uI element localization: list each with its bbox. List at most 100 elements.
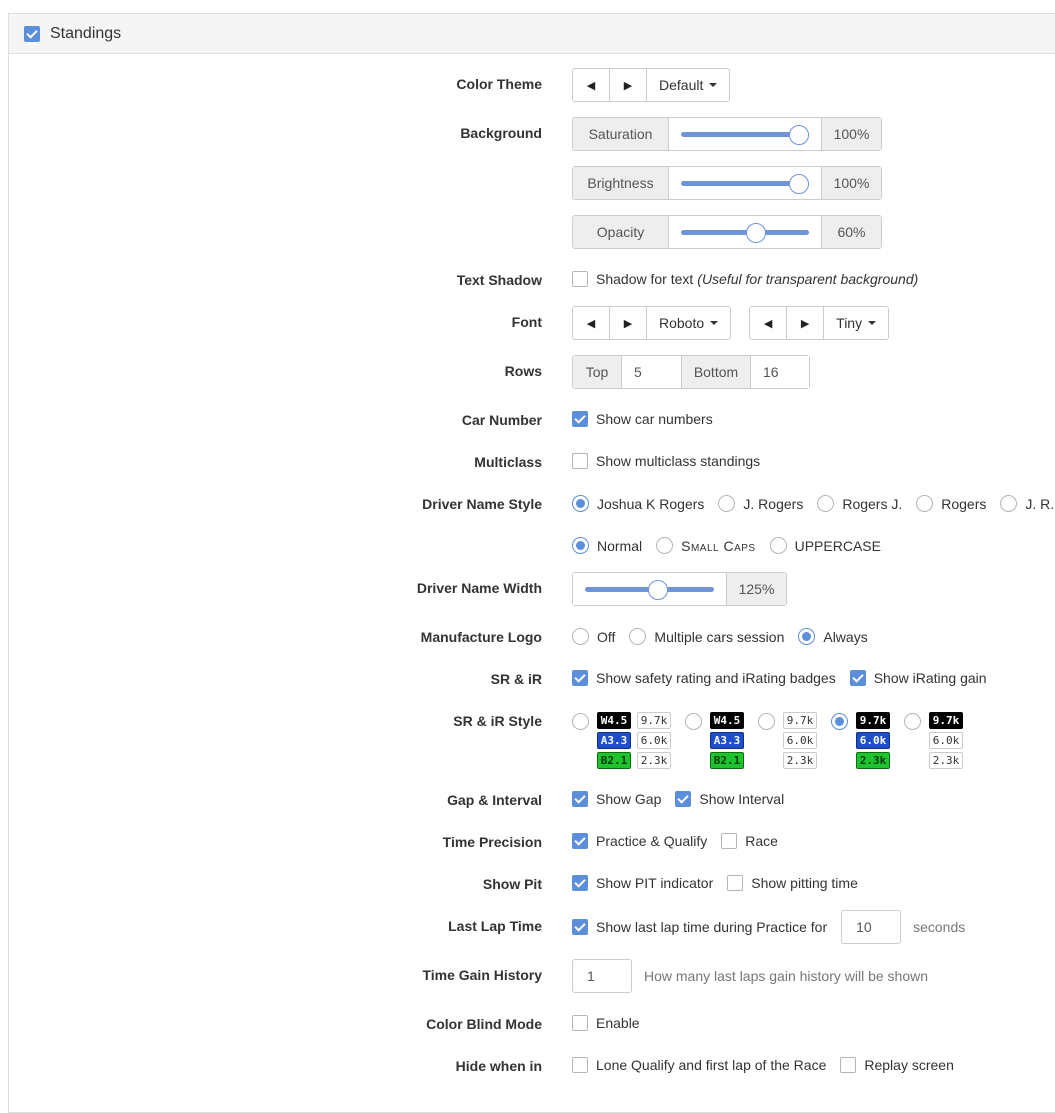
- rows-top-input[interactable]: 5: [622, 356, 681, 388]
- car-number-checkbox[interactable]: [572, 411, 588, 427]
- font-size-dropdown[interactable]: Tiny: [824, 307, 888, 339]
- multiclass-control: Show multiclass standings: [572, 453, 760, 469]
- srir-style-radio-3[interactable]: [758, 713, 775, 730]
- case-normal-text: Normal: [597, 537, 643, 554]
- last-lap-time-control: Show last lap time during Practice for 1…: [572, 910, 965, 944]
- case-radio-uppercase[interactable]: [769, 537, 787, 554]
- color-theme-label: Color Theme: [456, 76, 542, 92]
- pitting-time-text: Show pitting time: [751, 875, 858, 891]
- driver-name-width-slider[interactable]: [573, 573, 727, 605]
- standings-panel: Standings: [8, 13, 1055, 1113]
- format-radio-last[interactable]: [916, 495, 934, 512]
- logo-radio-always[interactable]: [798, 628, 816, 645]
- opacity-slider[interactable]: [668, 216, 822, 248]
- time-gain-history-label: Time Gain History: [422, 967, 542, 983]
- driver-name-width-group: 125%: [572, 572, 787, 606]
- show-gap-checkbox[interactable]: [572, 791, 588, 807]
- last-lap-seconds-input[interactable]: 10: [841, 910, 902, 944]
- srir-style-radio-2[interactable]: [685, 713, 702, 730]
- logo-radio-multiple[interactable]: [629, 628, 647, 645]
- saturation-slider[interactable]: [668, 118, 822, 150]
- next-theme-button[interactable]: ▶: [610, 69, 647, 101]
- prev-font-button[interactable]: ◀: [573, 307, 610, 339]
- manufacture-logo-label: Manufacture Logo: [420, 629, 542, 645]
- show-pit-label: Show Pit: [482, 876, 542, 892]
- color-blind-checkbox[interactable]: [572, 1015, 588, 1031]
- text-shadow-text: Shadow for text: [596, 271, 694, 287]
- logo-always-text: Always: [823, 628, 868, 645]
- prev-theme-button[interactable]: ◀: [573, 69, 610, 101]
- format-radio-initial-last[interactable]: [718, 495, 736, 512]
- triangle-left-icon: ◀: [586, 317, 596, 330]
- rows-top-label: Top: [573, 356, 622, 388]
- rows-bottom-input[interactable]: 16: [751, 356, 809, 388]
- irating-gain-checkbox[interactable]: [849, 670, 866, 686]
- sr-badge: B2.1: [710, 752, 744, 769]
- font-family-dropdown[interactable]: Roboto: [647, 307, 730, 339]
- next-size-button[interactable]: ▶: [787, 307, 825, 339]
- driver-name-width-thumb[interactable]: [648, 580, 668, 600]
- hide-when-label: Hide when in: [455, 1058, 542, 1074]
- ir-badge: 2.3k: [783, 752, 817, 769]
- ir-badge: 6.0k: [856, 732, 890, 749]
- pitting-time-checkbox[interactable]: [727, 875, 744, 891]
- caret-down-icon: [710, 321, 719, 325]
- srir-badges-checkbox[interactable]: [572, 670, 588, 686]
- opacity-thumb[interactable]: [746, 223, 766, 243]
- case-radio-smallcaps[interactable]: [656, 537, 674, 554]
- hide-when-control: Lone Qualify and first lap of the Race R…: [572, 1057, 954, 1073]
- lone-qualify-text: Lone Qualify and first lap of the Race: [596, 1057, 827, 1073]
- lone-qualify-checkbox[interactable]: [572, 1057, 588, 1073]
- color-theme-value: Default: [659, 77, 704, 93]
- multiclass-checkbox[interactable]: [572, 453, 588, 469]
- brightness-value: 100%: [822, 167, 881, 199]
- time-gain-history-hint: How many last laps gain history will be …: [644, 968, 929, 984]
- time-gain-history-input[interactable]: 1: [572, 959, 632, 993]
- srir-style-radio-5[interactable]: [904, 713, 921, 730]
- text-shadow-label: Text Shadow: [456, 272, 542, 288]
- format-radio-full[interactable]: [572, 495, 589, 512]
- gap-interval-label: Gap & Interval: [447, 792, 542, 808]
- practice-qualify-checkbox[interactable]: [572, 833, 588, 849]
- replay-screen-text: Replay screen: [864, 1057, 954, 1073]
- next-font-button[interactable]: ▶: [610, 307, 647, 339]
- standings-enable-checkbox[interactable]: [24, 25, 40, 42]
- srir-style-radio-4[interactable]: [831, 713, 848, 730]
- pit-indicator-checkbox[interactable]: [572, 875, 588, 891]
- replay-screen-checkbox[interactable]: [840, 1057, 857, 1073]
- last-lap-time-checkbox[interactable]: [572, 919, 588, 935]
- case-smallcaps-text: Small Caps: [681, 537, 756, 554]
- srir-badges-text: Show safety rating and iRating badges: [596, 670, 836, 686]
- brightness-thumb[interactable]: [789, 174, 809, 194]
- font-size-value: Tiny: [836, 315, 863, 331]
- text-shadow-control: Shadow for text (Useful for transparent …: [572, 271, 918, 287]
- case-radio-normal[interactable]: [572, 537, 589, 554]
- saturation-thumb[interactable]: [789, 125, 809, 145]
- car-number-text: Show car numbers: [596, 411, 713, 427]
- show-interval-checkbox[interactable]: [675, 791, 692, 807]
- sr-badge: B2.1: [597, 752, 631, 769]
- ir-badge: 2.3k: [929, 752, 963, 769]
- format-radio-initials[interactable]: [1000, 495, 1018, 512]
- pit-indicator-text: Show PIT indicator: [596, 875, 714, 891]
- logo-off-text: Off: [597, 628, 616, 645]
- format-radio-last-initial[interactable]: [817, 495, 835, 512]
- saturation-label: Saturation: [573, 118, 668, 150]
- brightness-slider[interactable]: [668, 167, 822, 199]
- driver-name-case-radios: Normal Small Caps UPPERCASE: [572, 537, 881, 554]
- ir-badge: 9.7k: [856, 712, 890, 729]
- format-initial-last-text: J. Rogers: [743, 495, 804, 512]
- srir-style-options: W4.5 A3.3 B2.1 9.7k 6.0k 2.3k W4.5 A3.3 B2.1 9…: [572, 712, 963, 769]
- prev-size-button[interactable]: ◀: [750, 307, 788, 339]
- race-checkbox[interactable]: [721, 833, 738, 849]
- srir-style-radio-1[interactable]: [572, 713, 589, 730]
- ir-badge: 2.3k: [637, 752, 671, 769]
- text-shadow-checkbox[interactable]: [572, 271, 588, 287]
- triangle-left-icon: ◀: [586, 79, 596, 92]
- time-precision-label: Time Precision: [442, 834, 542, 850]
- color-theme-dropdown[interactable]: Default: [647, 69, 729, 101]
- caret-down-icon: [868, 321, 877, 325]
- brightness-label: Brightness: [573, 167, 668, 199]
- logo-radio-off[interactable]: [572, 628, 589, 645]
- panel-title: Standings: [50, 24, 122, 42]
